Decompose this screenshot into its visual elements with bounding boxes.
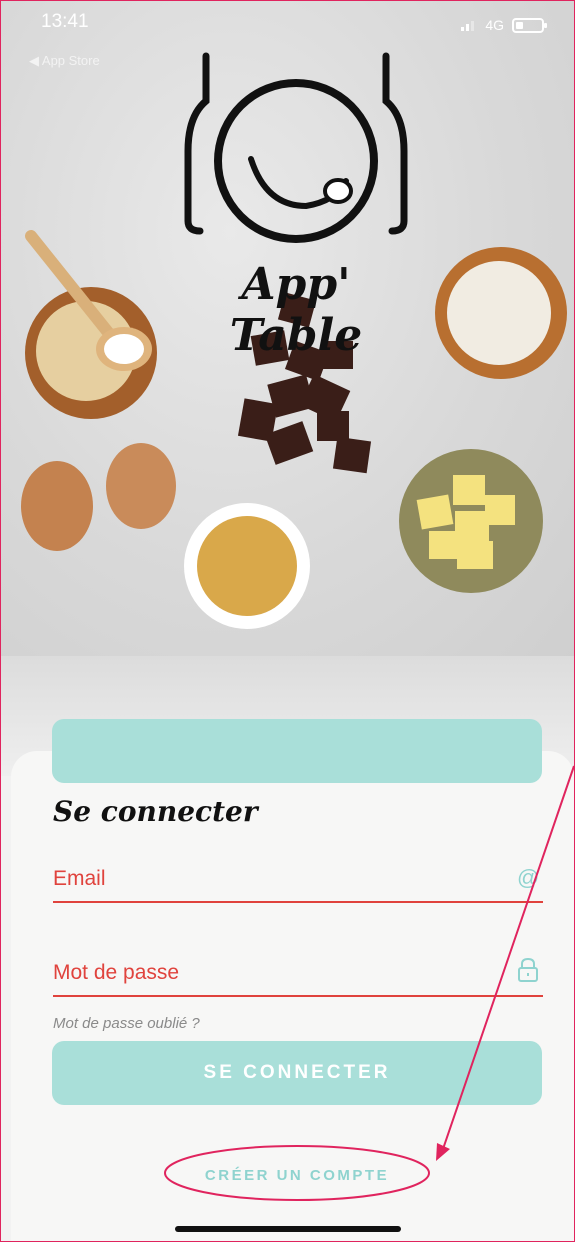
phone-screen: 13:41 ◀ App Store 4G App' Table Se conne… — [0, 0, 575, 1242]
home-indicator[interactable] — [175, 1226, 401, 1232]
annotation-arrow — [442, 765, 574, 1150]
arrow-head-icon — [436, 1143, 450, 1161]
highlight-ellipse — [164, 1145, 430, 1201]
annotation-overlay — [164, 765, 574, 1201]
